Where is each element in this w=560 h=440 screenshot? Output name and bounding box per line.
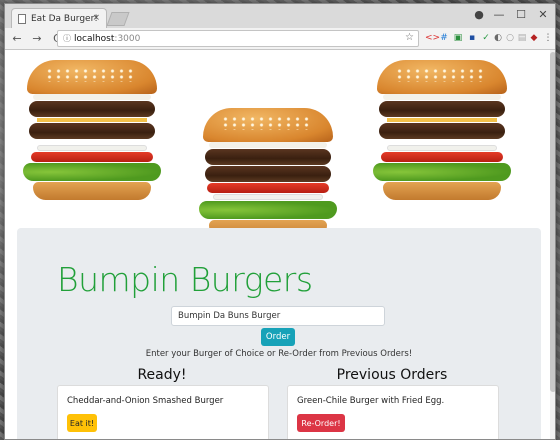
burger-banner [5,50,555,238]
title-bar: Eat Da Burger! × ● — ☐ ✕ [5,4,555,28]
user-icon[interactable]: ● [469,7,489,23]
maximize-button[interactable]: ☐ [511,7,531,23]
browser-tab[interactable]: Eat Da Burger! × [11,8,107,28]
burger-image [373,60,511,200]
web-page: Bumpin Burgers Order Enter your Burger o… [5,50,555,439]
back-icon[interactable]: ← [9,32,25,45]
extension-circle-icon[interactable]: ○ [505,32,515,44]
tab-title: Eat Da Burger! [31,13,98,24]
bookmark-star-icon[interactable]: ☆ [405,32,414,43]
eat-it-button[interactable]: Eat it! [67,414,97,432]
extension-half-icon[interactable]: ◐ [493,32,503,44]
extension-check-icon[interactable]: ✓ [481,32,491,44]
extension-frame-icon[interactable]: ▣ [453,32,463,44]
menu-icon[interactable]: ⋮ [543,32,553,44]
order-button[interactable]: Order [261,328,295,346]
forward-icon[interactable]: → [29,32,45,45]
extension-red-icon[interactable]: ◆ [529,32,539,44]
burger-jumbotron: Bumpin Burgers Order Enter your Burger o… [17,228,541,439]
previous-orders-heading: Previous Orders [336,367,448,383]
browser-window: Eat Da Burger! × ● — ☐ ✕ ← → C ⓘ localho… [4,3,556,440]
ready-list-item: Cheddar-and-Onion Smashed Burger Eat it! [57,385,269,439]
scrollbar[interactable] [550,50,555,439]
page-icon [18,13,26,24]
page-title: Bumpin Burgers [57,260,313,299]
new-tab-button[interactable] [106,12,130,26]
minimize-button[interactable]: — [489,7,509,23]
extension-code-icon[interactable]: <> [425,32,440,44]
ready-heading: Ready! [137,367,187,383]
url-port: :3000 [114,33,141,44]
previous-burger-name: Green-Chile Burger with Fried Egg. [297,396,445,406]
extension-grid-icon[interactable]: # [439,32,449,44]
burger-input[interactable] [171,306,385,326]
scrollbar-thumb[interactable] [550,52,555,392]
reorder-button[interactable]: Re-Order! [297,414,345,432]
ready-burger-name: Cheddar-and-Onion Smashed Burger [67,396,224,406]
browser-toolbar: ← → C ⓘ localhost :3000 ☆ <> # ▣ ▪ ✓ ◐ ○… [5,28,555,50]
burger-image [23,60,161,200]
tab-close-icon[interactable]: × [92,13,100,23]
info-icon[interactable]: ⓘ [63,33,71,44]
instructions-text: Enter your Burger of Choice or Re-Order … [145,349,413,359]
extension-list-icon[interactable]: ▤ [517,32,527,44]
previous-order-item: Green-Chile Burger with Fried Egg. Re-Or… [287,385,499,439]
extension-blue-icon[interactable]: ▪ [467,32,477,44]
burger-image [199,108,337,238]
close-window-button[interactable]: ✕ [533,7,553,23]
url-host: localhost [74,33,115,44]
address-bar[interactable]: ⓘ localhost :3000 ☆ [57,30,419,47]
